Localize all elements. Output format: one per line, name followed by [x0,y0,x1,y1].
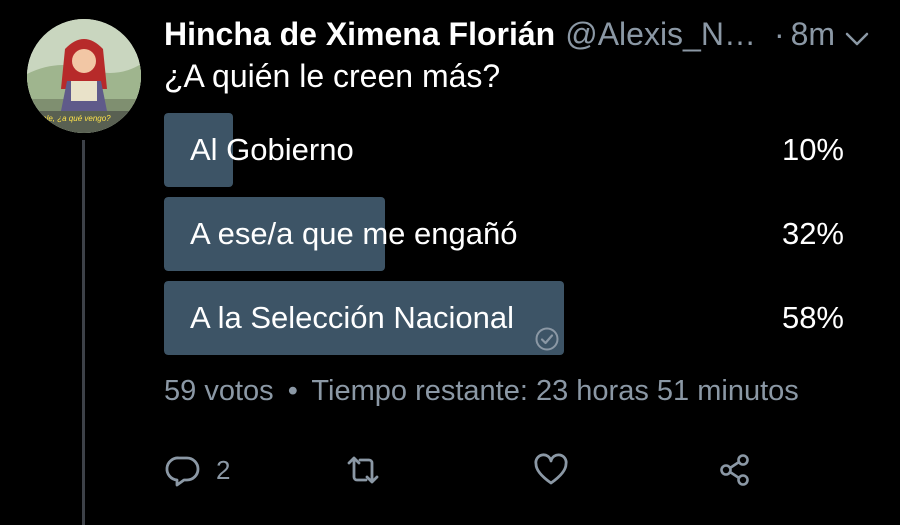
avatar[interactable]: ¡chale, ¿a qué vengo? [27,19,141,133]
poll-meta: 59 votos • Tiempo restante: 23 horas 51 … [164,375,799,408]
poll-option: A ese/a que me engañó 32% [164,197,854,271]
retweet-icon [347,456,379,484]
poll-option-percent: 32% [781,216,844,251]
check-circle-icon [534,305,560,351]
poll-option-percent: 10% [781,132,844,167]
share-button[interactable] [716,448,754,492]
poll-option-label: A ese/a que me engañó [190,216,518,251]
avatar-caption: ¡chale, ¿a qué vengo? [31,114,111,123]
time-remaining: Tiempo restante: 23 horas 51 minutos [311,375,799,407]
poll-option-label: Al Gobierno [190,132,354,167]
poll-option: A la Selección Nacional 58% [164,281,854,355]
poll-option: Al Gobierno 10% [164,113,854,187]
time-separator: · [773,15,785,52]
chevron-down-icon[interactable] [843,22,871,46]
poll: Al Gobierno 10% A ese/a que me engañó 32… [164,113,854,365]
author-name[interactable]: Hincha de Ximena Florián [164,16,555,53]
meta-separator: • [287,375,298,407]
poll-option-percent: 58% [781,300,844,335]
poll-option-label: A la Selección Nacional [190,300,514,335]
reply-icon [165,456,200,487]
vote-count: 59 votos [164,375,274,407]
reply-button[interactable]: 2 [164,448,230,492]
like-icon [534,453,568,485]
retweet-button[interactable] [344,448,382,492]
tweet-time[interactable]: 8m [791,16,835,53]
thread-line [82,140,85,525]
like-button[interactable] [532,448,570,492]
tweet-header: Hincha de Ximena Florián @Alexis_N… · 8m [164,14,879,54]
share-icon [720,454,749,486]
tweet-text: ¿A quién le creen más? [164,58,501,94]
author-handle[interactable]: @Alexis_N… [565,16,756,53]
reply-count: 2 [216,454,231,485]
tweet-actions: 2 [164,448,864,492]
